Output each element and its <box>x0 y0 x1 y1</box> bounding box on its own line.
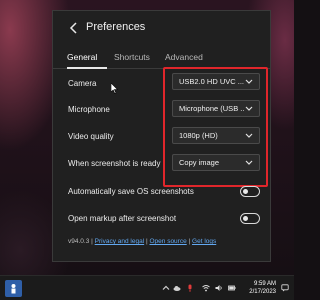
panel-header: Preferences <box>53 11 270 45</box>
tab-shortcuts[interactable]: Shortcuts <box>114 52 150 62</box>
chevron-down-icon <box>245 106 253 111</box>
separator: | <box>188 238 191 245</box>
clock-date: 2/17/2023 <box>249 289 276 295</box>
video-quality-select-value: 1080p (HD) <box>179 131 218 140</box>
tab-general[interactable]: General <box>67 52 97 62</box>
auto-save-label: Automatically save OS screenshots <box>68 187 194 196</box>
microphone-label: Microphone <box>68 105 110 114</box>
screenshot-ready-select[interactable]: Copy image <box>172 154 260 171</box>
mouse-cursor-icon <box>111 83 118 94</box>
camera-select-value: USB2.0 HD UVC ... <box>179 77 245 86</box>
privacy-legal-link[interactable]: Privacy and legal <box>95 238 145 245</box>
microphone-select-value: Microphone (USB ... <box>179 104 245 113</box>
wifi-icon[interactable] <box>202 284 210 292</box>
separator: | <box>145 238 148 245</box>
screenshot-ready-select-value: Copy image <box>179 158 220 167</box>
get-logs-link[interactable]: Get logs <box>192 238 216 245</box>
video-quality-label: Video quality <box>68 132 114 141</box>
chevron-down-icon <box>245 133 253 138</box>
battery-icon[interactable] <box>228 284 236 292</box>
page-title: Preferences <box>86 21 146 33</box>
open-source-link[interactable]: Open source <box>149 238 186 245</box>
back-chevron-icon[interactable] <box>68 21 80 35</box>
system-clock[interactable]: 9:59 AM 2/17/2023 <box>244 280 276 296</box>
active-tab-indicator <box>67 67 107 69</box>
toggle-knob <box>243 189 248 194</box>
taskbar: 9:59 AM 2/17/2023 <box>0 275 294 300</box>
separator: | <box>91 238 93 245</box>
start-button[interactable] <box>5 280 22 297</box>
open-markup-label: Open markup after screenshot <box>68 214 177 223</box>
toggle-knob <box>243 216 248 221</box>
tab-bar: General Shortcuts Advanced <box>53 47 270 69</box>
camera-label: Camera <box>68 79 97 88</box>
volume-icon[interactable] <box>215 284 223 292</box>
footer-links: v94.0.3 | Privacy and legal | Open sourc… <box>68 238 216 245</box>
tab-advanced[interactable]: Advanced <box>165 52 203 62</box>
microphone-recording-icon[interactable] <box>186 284 194 292</box>
chevron-down-icon <box>245 79 253 84</box>
camera-select[interactable]: USB2.0 HD UVC ... <box>172 73 260 90</box>
open-markup-toggle[interactable] <box>240 213 260 224</box>
preferences-panel: Preferences General Shortcuts Advanced C… <box>52 10 271 262</box>
microphone-select[interactable]: Microphone (USB ... <box>172 100 260 117</box>
auto-save-toggle[interactable] <box>240 186 260 197</box>
clock-time: 9:59 AM <box>253 281 276 287</box>
version-text: v94.0.3 <box>68 238 90 245</box>
screenshot-ready-label: When screenshot is ready <box>68 159 161 168</box>
chevron-down-icon <box>245 160 253 165</box>
app-icon <box>11 284 16 294</box>
notification-icon[interactable] <box>281 284 289 292</box>
cloud-icon[interactable] <box>173 284 181 292</box>
video-quality-select[interactable]: 1080p (HD) <box>172 127 260 144</box>
chevron-up-icon[interactable] <box>162 284 170 292</box>
